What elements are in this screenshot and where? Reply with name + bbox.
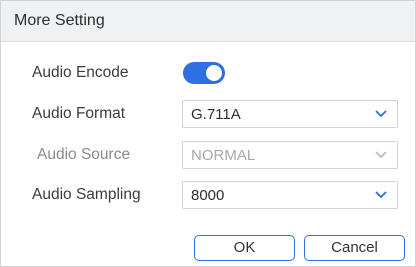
dialog-title: More Setting xyxy=(14,12,105,29)
chevron-down-icon xyxy=(375,110,387,117)
audio-sampling-value: 8000 xyxy=(191,187,225,204)
audio-source-select: NORMAL xyxy=(182,141,398,169)
dialog-titlebar: More Setting xyxy=(1,1,415,42)
audio-sampling-select[interactable]: 8000 xyxy=(182,181,398,209)
audio-encode-label: Audio Encode xyxy=(32,64,129,81)
audio-source-label: Audio Source xyxy=(37,146,131,163)
chevron-down-icon xyxy=(375,151,387,158)
audio-encode-toggle[interactable] xyxy=(183,62,225,84)
cancel-button[interactable]: Cancel xyxy=(304,235,405,261)
chevron-down-icon xyxy=(375,191,387,198)
audio-format-select[interactable]: G.711A xyxy=(182,100,398,128)
audio-sampling-label: Audio Sampling xyxy=(32,186,141,203)
toggle-knob xyxy=(206,65,222,81)
audio-format-label: Audio Format xyxy=(32,105,126,122)
more-setting-dialog: More Setting Audio Encode Audio Format G… xyxy=(0,0,416,267)
ok-button[interactable]: OK xyxy=(194,235,295,261)
audio-source-value: NORMAL xyxy=(191,147,256,164)
audio-format-value: G.711A xyxy=(191,106,241,123)
